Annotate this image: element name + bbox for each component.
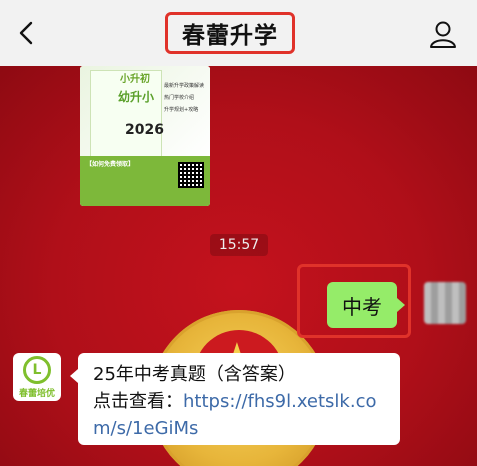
poster-bottom: 【如何免费领取】 xyxy=(80,156,210,206)
account-avatar[interactable]: L 春蕾培优 xyxy=(13,353,61,401)
chevron-left-icon[interactable] xyxy=(14,20,40,46)
chat-area[interactable]: ★ 小升初 幼升小 2026 最新升学政策解读 热门学校介绍 升学规划+攻略 【… xyxy=(0,66,477,466)
poster-title-2: 幼升小 xyxy=(118,90,155,104)
message-line-1: 25年中考真题（含答案） xyxy=(93,364,296,385)
link-prefix: 点击查看： xyxy=(93,391,183,412)
avatar-caption: 春蕾培优 xyxy=(18,389,55,399)
message-line-2: 点击查看：https://fhs9l.xetslk.com/s/1eGiMs xyxy=(93,388,386,442)
poster-bottom-title: 【如何免费领取】 xyxy=(86,161,135,168)
poster-list-item: 最新升学政策解读 xyxy=(164,83,205,89)
incoming-message-bubble[interactable]: 25年中考真题（含答案） 点击查看：https://fhs9l.xetslk.c… xyxy=(70,353,400,445)
outgoing-message-bubble[interactable]: 中考 xyxy=(327,282,405,328)
chat-title: 春蕾升学 xyxy=(165,12,295,54)
poster-title-1: 小升初 xyxy=(120,74,150,85)
sprout-logo-icon: L xyxy=(23,356,51,384)
poster-image-message[interactable]: 小升初 幼升小 2026 最新升学政策解读 热门学校介绍 升学规划+攻略 【如何… xyxy=(80,66,210,206)
poster-list-item: 升学规划+攻略 xyxy=(164,107,199,113)
top-bar: 春蕾升学 xyxy=(0,0,477,66)
message-timestamp: 15:57 xyxy=(210,234,268,256)
qr-code-icon xyxy=(178,162,204,188)
person-icon[interactable] xyxy=(428,19,458,49)
user-avatar[interactable] xyxy=(424,282,466,324)
poster-year: 2026 xyxy=(125,122,164,138)
poster-list-item: 热门学校介绍 xyxy=(164,95,195,101)
poster-list: 最新升学政策解读 热门学校介绍 升学规划+攻略 xyxy=(164,80,204,116)
